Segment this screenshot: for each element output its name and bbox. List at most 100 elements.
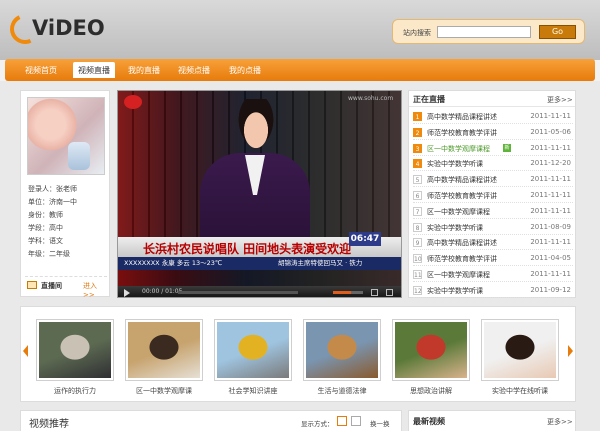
main-nav: 视频首页 视频直播 我的直播 视频点播 我的点播	[5, 59, 595, 81]
live-now-panel: 正在直播 更多>> 1 高中数学精品课程讲述 2011-11-11 2 师范学校教育教学…	[408, 90, 576, 298]
profile-identity: 身份：教师	[28, 211, 63, 219]
live-list-item[interactable]: 3 区一中数学观摩课程 新 2011-11-11	[413, 141, 573, 156]
switch-batch-link[interactable]: 换一换	[370, 418, 390, 428]
live-item-date: 2011-11-11	[530, 206, 571, 215]
rank-badge: 4	[413, 159, 422, 169]
live-item-title[interactable]: 区一中数学观摩课程	[427, 207, 490, 217]
live-list-item[interactable]: 9 高中数学精品课程讲述 2011-11-11	[413, 235, 573, 251]
grid-view-icon[interactable]	[337, 416, 347, 426]
carousel-caption[interactable]: 思想政治讲解	[386, 386, 476, 396]
nav-item-live[interactable]: 视频直播	[73, 62, 115, 78]
rank-badge: 6	[413, 191, 422, 200]
thumbnail-image	[484, 322, 556, 378]
rank-badge: 5	[413, 175, 422, 185]
thumbnail-image	[395, 322, 467, 378]
live-room-label: 直播间	[41, 282, 62, 290]
live-now-title: 正在直播	[413, 95, 445, 104]
nav-item-vod[interactable]: 视频点播	[178, 65, 210, 76]
carousel-thumbnail[interactable]	[481, 319, 559, 381]
volume-slider[interactable]	[333, 291, 363, 294]
live-item-title[interactable]: 实验中学数学听课	[427, 286, 483, 296]
live-more-link[interactable]: 更多>>	[547, 95, 573, 105]
carousel-thumbnail[interactable]	[303, 319, 381, 381]
enter-live-room-link[interactable]: 进入>>	[83, 281, 107, 299]
live-item-title[interactable]: 师范学校教育教学评讲	[427, 254, 497, 264]
rank-badge: 7	[413, 206, 422, 216]
live-item-title[interactable]: 高中数学精品课程讲述	[427, 238, 497, 248]
sub-ticker: XXXXXXXX 永康 多云 13～23℃ 胡锦涛主席特使回马又 · 铁力	[118, 257, 401, 270]
nav-item-my-vod[interactable]: 我的点播	[229, 65, 261, 76]
channel-logo-icon	[124, 95, 142, 109]
playback-time: 00:00 / 01:05	[142, 288, 183, 295]
carousel-caption[interactable]: 社会学知识讲座	[208, 386, 298, 396]
profile-stage: 学段：高中	[28, 224, 63, 232]
user-profile-panel: 登录人：张老师 单位：济南一中 身份：教师 学段：高中 学科：语文 年级：二年级…	[20, 90, 110, 299]
carousel-caption[interactable]: 区一中数学观摩课	[119, 386, 209, 396]
live-list-item[interactable]: 11 区一中数学观摩课程 2011-11-11	[413, 267, 573, 282]
nav-item-my-live[interactable]: 我的直播	[128, 65, 160, 76]
avatar	[27, 97, 105, 175]
live-item-date: 2011-05-06	[530, 127, 571, 136]
carousel-thumbnail[interactable]	[125, 319, 203, 381]
live-item-date: 2011-11-11	[530, 238, 571, 247]
live-item-date: 2011-08-09	[530, 222, 571, 231]
seek-bar[interactable]	[178, 291, 298, 294]
thumbnail-image	[306, 322, 378, 378]
latest-more-link[interactable]: 更多>>	[547, 417, 573, 427]
list-view-icon[interactable]	[351, 416, 361, 426]
live-list-item[interactable]: 8 实验中学数学听课 2011-08-09	[413, 220, 573, 235]
rank-badge: 3	[413, 143, 422, 153]
live-list-item[interactable]: 12 实验中学数学听课 2011-09-12	[413, 283, 573, 298]
live-item-title[interactable]: 实验中学数学听课	[427, 159, 483, 169]
video-screen[interactable]: www.sohu.com 长浜村农民说唱队 田间地头表演受欢迎 06:47 XX…	[118, 91, 401, 286]
search-go-button[interactable]: Go	[539, 25, 576, 39]
search-input[interactable]	[437, 26, 531, 38]
play-icon[interactable]	[124, 289, 130, 297]
video-player[interactable]: www.sohu.com 长浜村农民说唱队 田间地头表演受欢迎 06:47 XX…	[117, 90, 402, 298]
display-mode-label: 显示方式：	[301, 420, 334, 428]
live-item-title[interactable]: 师范学校教育教学评讲	[427, 128, 497, 138]
live-list-item[interactable]: 4 实验中学数学听课 2011-12-20	[413, 156, 573, 172]
live-item-date: 2011-11-11	[530, 112, 571, 120]
new-badge-icon: 新	[503, 143, 511, 152]
site-search: 站内搜索 Go	[392, 19, 585, 44]
carousel-caption[interactable]: 生活与道德法律	[297, 386, 387, 396]
live-item-title[interactable]: 区一中数学观摩课程	[427, 144, 490, 154]
carousel-thumbnail[interactable]	[214, 319, 292, 381]
live-item-title[interactable]: 区一中数学观摩课程	[427, 270, 490, 280]
sub-ticker-news: 胡锦涛主席特使回马又 · 铁力	[278, 259, 363, 267]
live-room-icon	[27, 281, 37, 289]
nav-item-home[interactable]: 视频首页	[25, 65, 57, 76]
avatar-bottle-shape	[68, 142, 90, 170]
carousel-prev-icon[interactable]	[23, 345, 28, 357]
live-item-title[interactable]: 师范学校教育教学评讲	[427, 191, 497, 201]
live-list-item[interactable]: 1 高中数学精品课程讲述 2011-11-11	[413, 109, 573, 124]
fullscreen-icon[interactable]	[386, 289, 393, 296]
carousel-thumbnail[interactable]	[392, 319, 470, 381]
live-list-item[interactable]: 6 师范学校教育教学评讲 2011-11-11	[413, 188, 573, 203]
video-logo[interactable]: ViDEO	[5, 9, 106, 52]
rank-badge: 12	[413, 285, 422, 295]
carousel-thumbnail[interactable]	[36, 319, 114, 381]
live-item-title[interactable]: 高中数学精品课程讲述	[427, 112, 497, 122]
recommend-header: 视频推荐 显示方式： 换一换	[20, 410, 402, 431]
sub-ticker-weather: XXXXXXXX 永康 多云 13～23℃	[124, 259, 223, 267]
logo-text: ViDEO	[32, 16, 105, 40]
live-item-date: 2011-12-20	[530, 159, 571, 168]
live-list-item[interactable]: 2 师范学校教育教学评讲 2011-05-06	[413, 125, 573, 140]
live-room-row: 直播间 进入>>	[25, 276, 107, 299]
live-item-date: 2011-09-12	[530, 285, 571, 294]
live-list-item[interactable]: 10 师范学校教育教学评讲 2011-04-05	[413, 251, 573, 267]
live-list-item[interactable]: 5 高中数学精品课程讲述 2011-11-11	[413, 172, 573, 188]
carousel-caption[interactable]: 实验中学在线听课	[475, 386, 565, 396]
profile-subject: 学科：语文	[28, 237, 63, 245]
latest-videos-title: 最新视频	[413, 417, 445, 426]
carousel-next-icon[interactable]	[568, 345, 573, 357]
ticker-clock: 06:47	[349, 232, 381, 246]
live-list-item[interactable]: 7 区一中数学观摩课程 2011-11-11	[413, 204, 573, 219]
carousel-caption[interactable]: 运作的执行力	[30, 386, 120, 396]
channel-url: www.sohu.com	[348, 95, 394, 102]
live-item-title[interactable]: 实验中学数学听课	[427, 223, 483, 233]
settings-icon[interactable]	[371, 289, 378, 296]
live-item-title[interactable]: 高中数学精品课程讲述	[427, 175, 497, 185]
